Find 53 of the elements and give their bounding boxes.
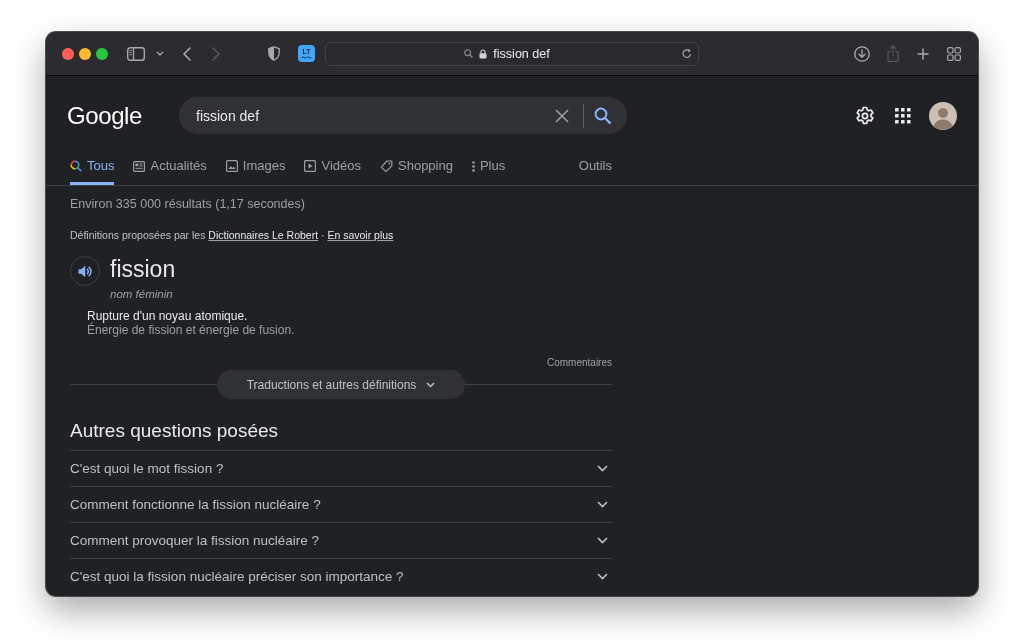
- result-stats: Environ 335 000 résultats (1,17 secondes): [70, 196, 306, 212]
- search-field[interactable]: fission def: [179, 97, 627, 134]
- settings-icon[interactable]: [855, 105, 875, 126]
- search-tab[interactable]: Actualités: [133, 150, 207, 185]
- tools-button[interactable]: Outils: [578, 150, 612, 185]
- search-icon[interactable]: [594, 106, 612, 125]
- search-tab[interactable]: Shopping: [380, 150, 453, 185]
- question-row[interactable]: Comment provoquer la fission nucléaire ?: [70, 522, 612, 558]
- definition-text: Rupture d'un noyau atomique.: [87, 309, 249, 323]
- search-tab[interactable]: Vidéos: [304, 150, 361, 185]
- google-logo[interactable]: Google: [67, 101, 142, 130]
- dictionary-link[interactable]: Dictionnaires Le Robert: [208, 229, 319, 241]
- apps-grid-icon[interactable]: [895, 107, 911, 124]
- address-field[interactable]: fission def: [325, 41, 699, 66]
- sidebar-icon[interactable]: [127, 46, 145, 61]
- reload-icon[interactable]: [682, 48, 692, 59]
- feedback-link[interactable]: Commentaires: [546, 356, 612, 370]
- caret-icon[interactable]: [156, 51, 164, 56]
- close-window-icon[interactable]: [62, 47, 74, 60]
- tab-grid-icon[interactable]: [947, 46, 961, 61]
- section-heading: Autres questions posées: [70, 419, 280, 443]
- download-icon[interactable]: [854, 45, 870, 62]
- search-tab[interactable]: Plus: [471, 150, 506, 185]
- plus-icon[interactable]: [917, 47, 929, 60]
- more-definitions-button[interactable]: Traductions et autres définitions: [216, 370, 466, 399]
- pronunciation-button[interactable]: [70, 256, 100, 286]
- play-icon: [304, 160, 317, 172]
- search-tab[interactable]: Images: [225, 150, 286, 185]
- search-icon: [70, 160, 82, 172]
- chevron-down-icon: [426, 381, 436, 388]
- maximize-window-icon[interactable]: [96, 47, 108, 60]
- search-tab[interactable]: Tous: [70, 150, 115, 185]
- avatar-icon[interactable]: [929, 101, 957, 130]
- dots-icon: [471, 160, 475, 172]
- close-icon[interactable]: [555, 108, 569, 123]
- speaker-icon: [78, 264, 92, 278]
- back-icon[interactable]: [183, 46, 191, 61]
- question-row[interactable]: C'est quoi la fission nucléaire préciser son importance ?: [70, 558, 612, 594]
- wave-icon: [301, 56, 312, 59]
- part-of-speech: nom féminin: [110, 287, 174, 301]
- source-attribution: Définitions proposées par les Dictionnaires Le Robert · En savoir plus: [70, 229, 395, 242]
- headword: fission: [110, 256, 176, 282]
- newspaper-icon: [133, 160, 146, 172]
- shield-icon[interactable]: [268, 46, 280, 61]
- learn-more-link[interactable]: En savoir plus: [327, 229, 394, 241]
- minimize-window-icon[interactable]: [79, 47, 91, 60]
- example-text: Énergie de fission et énergie de fusion.: [87, 323, 296, 337]
- lock-icon: [479, 48, 488, 59]
- image-icon: [225, 160, 238, 172]
- search-icon: [464, 49, 474, 58]
- question-row[interactable]: C'est quoi le mot fission ?: [70, 450, 612, 486]
- question-row[interactable]: Comment fonctionne la fission nucléaire ?: [70, 486, 612, 522]
- tag-icon: [380, 159, 393, 173]
